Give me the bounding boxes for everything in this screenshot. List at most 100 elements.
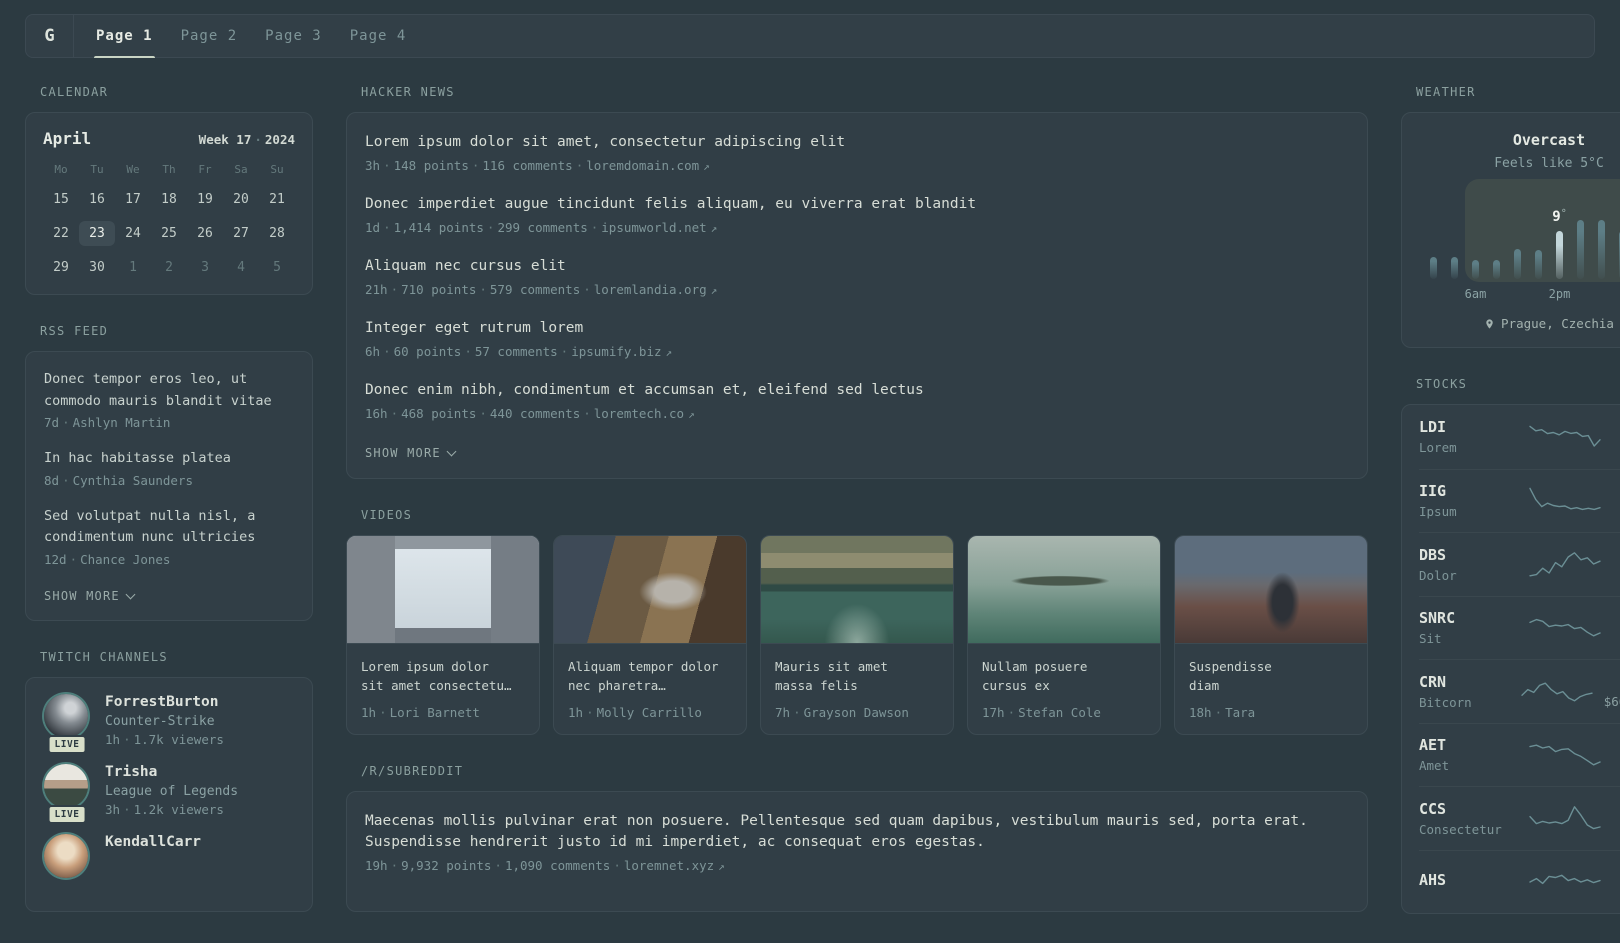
stock-sparkline [1529,425,1601,447]
tab-page-4[interactable]: Page 4 [336,15,421,57]
page-tabs: Page 1 Page 2 Page 3 Page 4 [74,15,421,58]
hackernews-item-meta: 3h · 148 points · 116 comments · loremdomain.c… [365,158,710,174]
rss-item-title[interactable]: Donec tempor eros leo, ut commodo mauris… [44,369,294,412]
chevron-down-icon [125,589,136,600]
video-title[interactable]: Suspendisse diam [1175,644,1367,696]
calendar-day[interactable]: 20 [223,187,259,212]
hackernews-item-title[interactable]: Lorem ipsum dolor sit amet, consectetur … [365,132,1349,153]
calendar-day[interactable]: 27 [223,221,259,246]
calendar-day[interactable]: 19 [187,187,223,212]
calendar-day-selected[interactable]: 23 [79,221,115,246]
right-column: WEATHER Overcast Feels like 5°C 9° 6am 2… [1401,85,1620,943]
weather-bar [1535,250,1542,279]
twitch-game[interactable]: League of Legends [105,784,238,799]
weekday-label: Su [270,163,284,176]
hackernews-item: Aliquam nec cursus elit 21h · 710 points · 5… [365,256,1349,297]
avatar[interactable] [44,833,88,878]
weather-bar [1577,220,1584,279]
hackernews-section-title: HACKER NEWS [361,85,455,99]
video-thumbnail[interactable] [347,536,539,645]
hackernews-item-title[interactable]: Integer eget rutrum lorem [365,318,1349,339]
hackernews-item-domain-link[interactable]: loremlandia.org [594,282,707,297]
tab-page-2[interactable]: Page 2 [167,15,252,57]
hackernews-item-meta: 21h · 710 points · 579 comments · loremlandia.… [365,282,718,298]
subreddit-post-domain-link[interactable]: loremnet.xyz [624,858,714,873]
calendar-day[interactable]: 28 [259,221,295,246]
video-title[interactable]: Mauris sit amet massa felis [761,644,953,696]
stock-name: Consectetur [1419,821,1502,837]
video-meta: 18h · Tara [1189,704,1256,720]
tab-page-3[interactable]: Page 3 [251,15,336,57]
twitch-viewers: 1h · 1.7k viewers [105,731,224,747]
video-title[interactable]: Lorem ipsum dolor sit amet consectetu… [347,644,539,696]
twitch-channel-name[interactable]: KendallCarr [105,834,201,850]
stock-ticker[interactable]: LDI [1419,418,1515,436]
stock-price: $66,171.48 [1603,693,1620,709]
rss-show-more-button[interactable]: SHOW MORE [44,589,136,603]
calendar-day[interactable]: 1 [115,255,151,280]
twitch-channel-row: KendallCarr [44,833,294,878]
stock-ticker[interactable]: CRN [1419,673,1515,691]
calendar-day[interactable]: 3 [187,255,223,280]
hackernews-item-title[interactable]: Aliquam nec cursus elit [365,256,1349,277]
twitch-channel-name[interactable]: ForrestBurton [105,694,224,710]
hackernews-item-domain-link[interactable]: ipsumify.biz [571,344,661,359]
calendar-day[interactable]: 21 [259,187,295,212]
hackernews-item-domain-link[interactable]: loremdomain.com [586,158,699,173]
calendar-day[interactable]: 24 [115,221,151,246]
subreddit-post-title[interactable]: Maecenas mollis pulvinar erat non posuer… [365,811,1349,853]
stock-change: -1.00% [1604,674,1620,690]
stock-ticker[interactable]: AET [1419,736,1515,754]
calendar-day[interactable]: 29 [43,255,79,280]
calendar-widget: April Week 17 · 2024 Mo Tu We Th Fr Sa Su … [25,112,313,295]
stock-ticker[interactable]: CCS [1419,800,1515,818]
stocks-widget: LDILorem +4.35%$795.18 IIGIpsum +2.84%$4… [1401,404,1620,914]
video-thumbnail[interactable] [554,536,746,645]
external-link-icon: ↗ [703,160,710,174]
tab-page-1[interactable]: Page 1 [82,15,167,58]
weather-time-ticks: 6am 2pm 10pm [1423,287,1620,302]
stock-ticker[interactable]: SNRC [1419,609,1515,627]
stock-ticker[interactable]: DBS [1419,546,1515,564]
external-link-icon: ↗ [688,408,695,422]
twitch-widget: LIVE ForrestBurton Counter-Strike 1h · 1.7… [25,676,313,912]
calendar-day[interactable]: 5 [259,255,295,280]
video-title[interactable]: Aliquam tempor dolor nec pharetra… [554,644,746,696]
weekday-label: Tu [90,163,104,176]
hackernews-show-more-button[interactable]: SHOW MORE [365,446,457,460]
calendar-day[interactable]: 26 [187,221,223,246]
calendar-day[interactable]: 4 [223,255,259,280]
calendar-day[interactable]: 22 [43,221,79,246]
calendar-day[interactable]: 15 [43,187,79,212]
rss-item-meta: 12d · Chance Jones [44,551,171,567]
external-link-icon: ↗ [665,346,673,360]
stock-name: Ipsum [1419,504,1457,520]
calendar-day[interactable]: 2 [151,255,187,280]
calendar-day[interactable]: 16 [79,187,115,212]
video-card: Aliquam tempor dolor nec pharetra… 1h · Mo… [553,535,747,735]
hackernews-item-domain-link[interactable]: ipsumworld.net [601,220,706,235]
video-title[interactable]: Nullam posuere cursus ex [968,644,1160,696]
video-thumbnail[interactable] [761,536,953,645]
stock-ticker[interactable]: IIG [1419,482,1515,500]
avatar[interactable] [44,693,88,738]
video-thumbnail[interactable] [968,536,1160,645]
stock-ticker[interactable]: AHS [1419,871,1515,889]
calendar-day[interactable]: 17 [115,187,151,212]
calendar-week-year: Week 17 · 2024 [198,132,295,147]
app-logo[interactable]: G [26,15,74,57]
rss-item-title[interactable]: Sed volutpat nulla nisl, a condimentum n… [44,506,294,549]
weekday-label: We [126,163,140,176]
hackernews-item-title[interactable]: Donec imperdiet augue tincidunt felis al… [365,194,1349,215]
calendar-day[interactable]: 25 [151,221,187,246]
calendar-day[interactable]: 30 [79,255,115,280]
video-thumbnail[interactable] [1175,536,1367,645]
hackernews-item-domain-link[interactable]: loremtech.co [594,406,684,421]
twitch-channel-name[interactable]: Trisha [105,764,238,780]
avatar[interactable] [44,763,88,808]
calendar-day[interactable]: 18 [151,187,187,212]
rss-item: Donec tempor eros leo, ut commodo mauris… [44,369,294,430]
hackernews-item-title[interactable]: Donec enim nibh, condimentum et accumsan… [365,380,1349,401]
rss-item-title[interactable]: In hac habitasse platea [44,448,294,470]
twitch-game[interactable]: Counter-Strike [105,714,224,729]
